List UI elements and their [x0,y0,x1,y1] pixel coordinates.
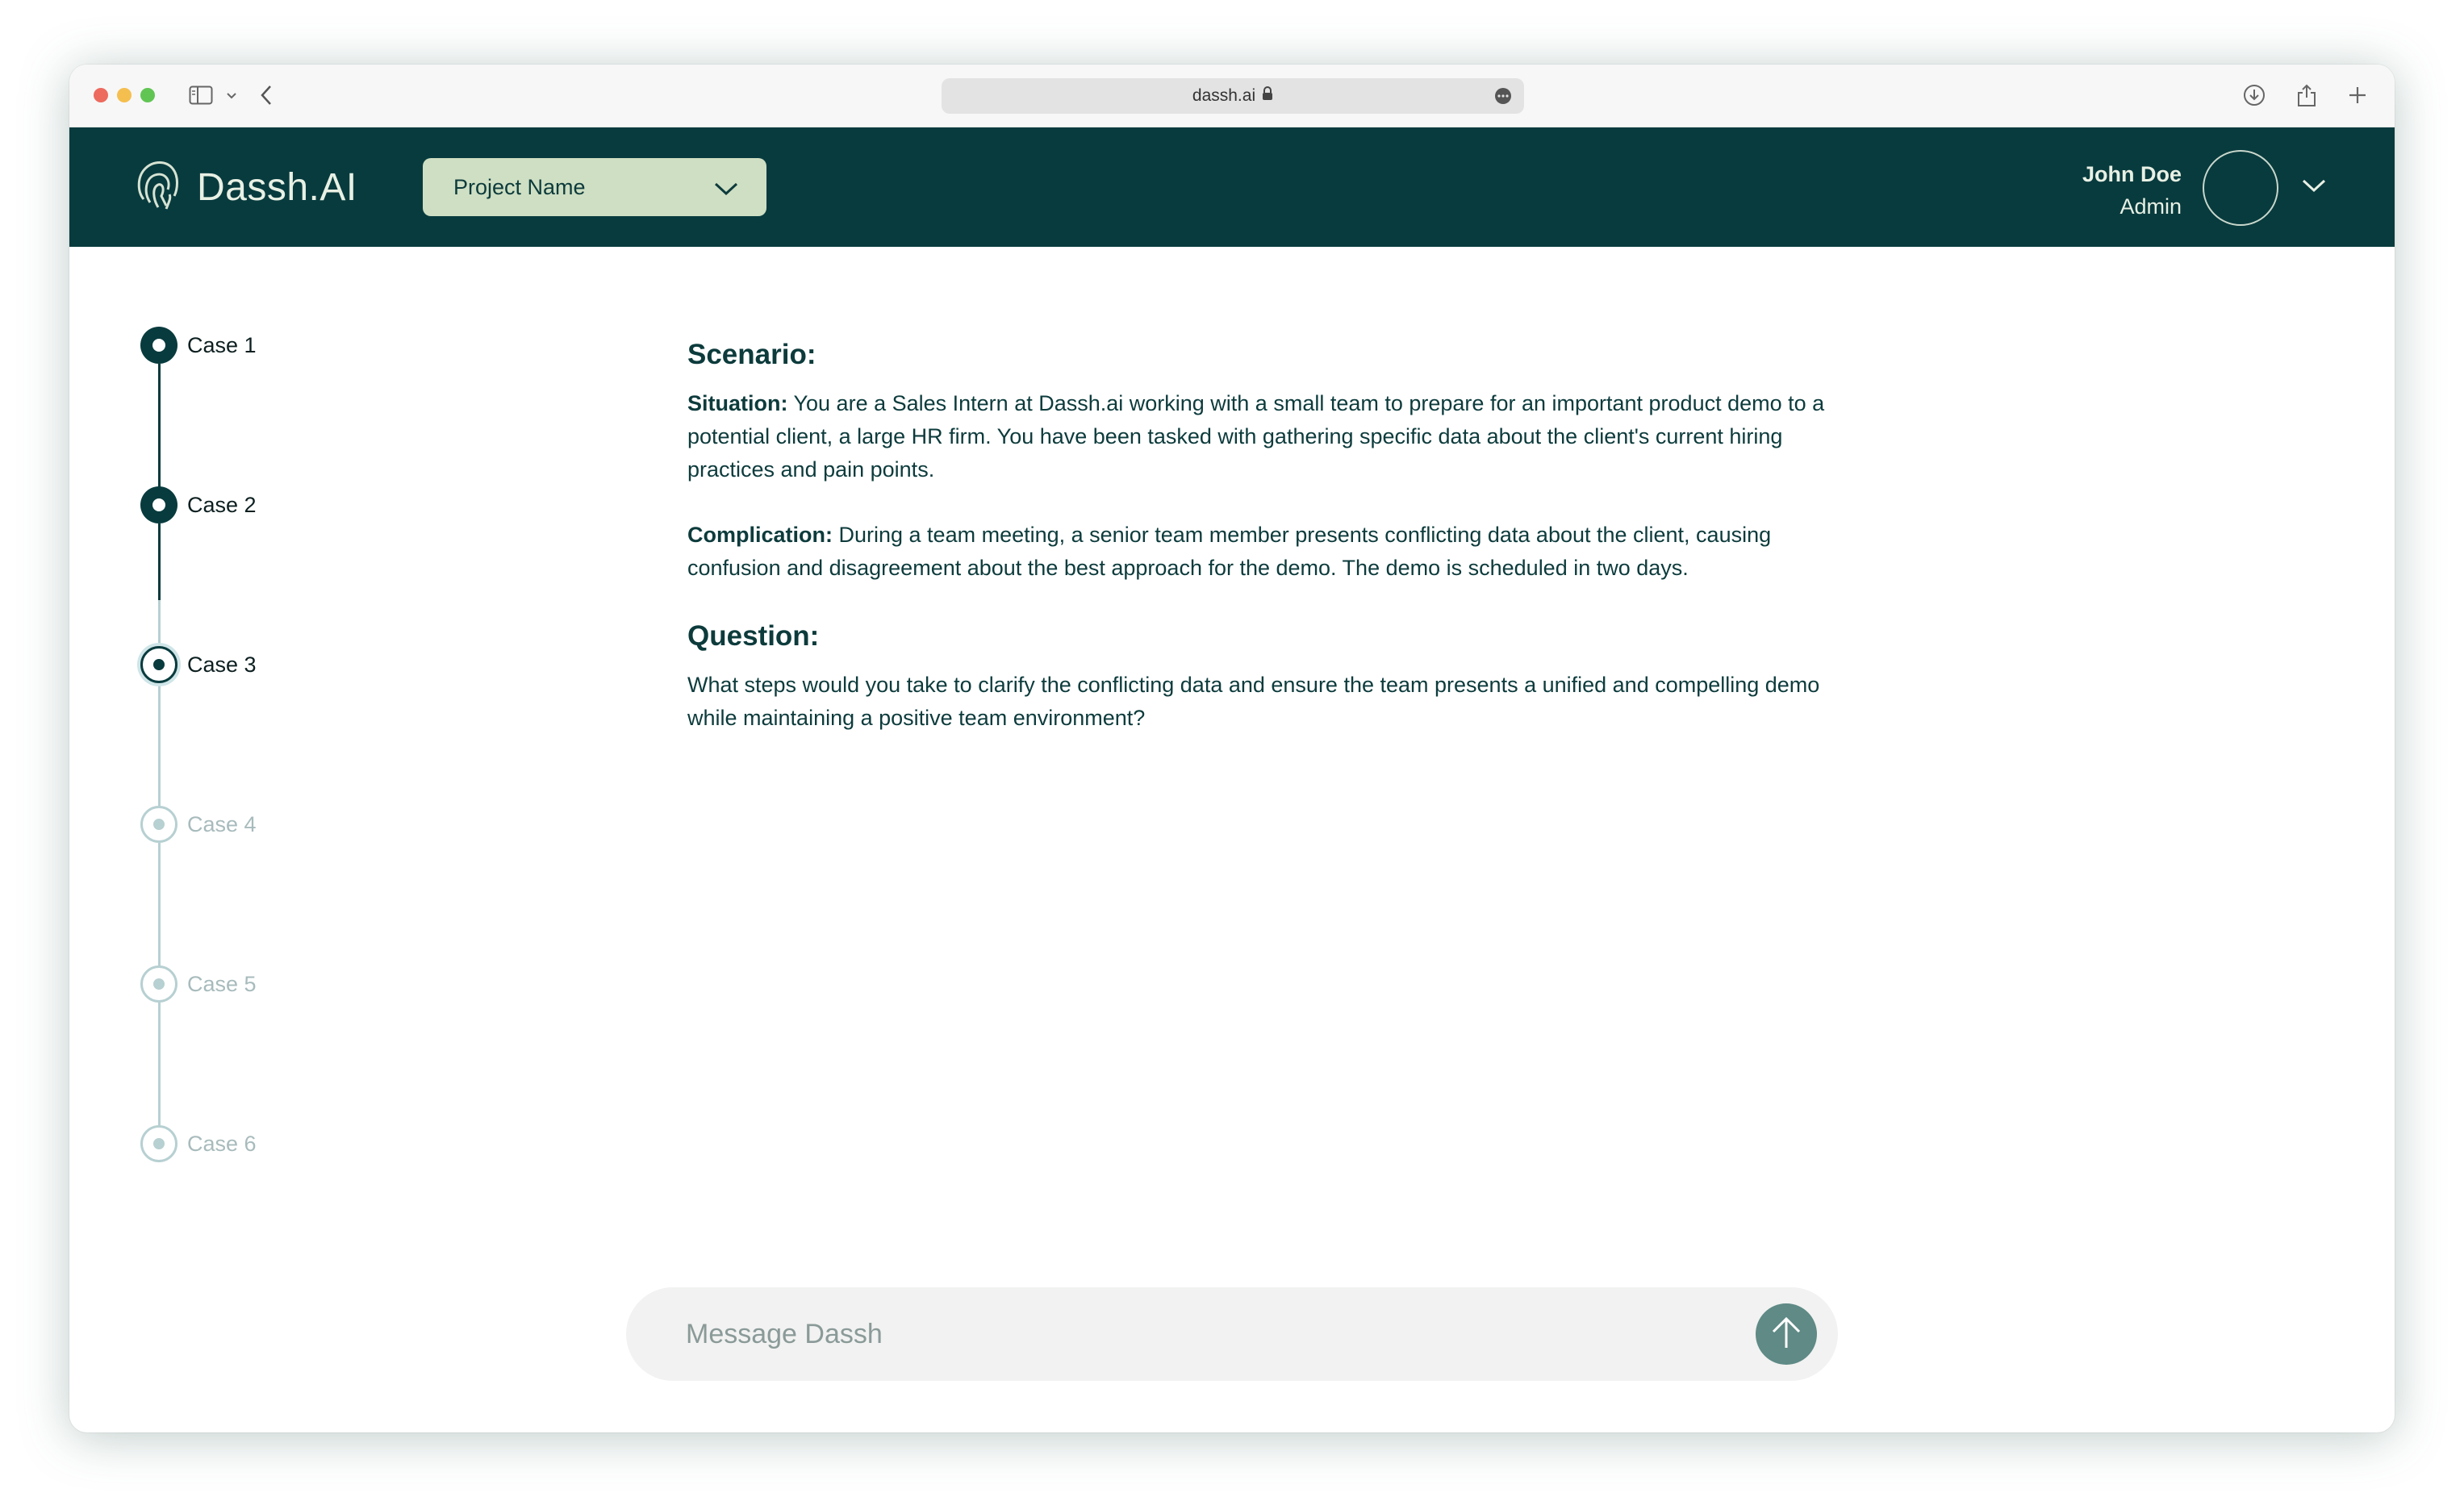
maximize-window-button[interactable] [140,88,155,102]
step-connector [158,364,161,488]
user-role: Admin [2119,194,2182,219]
brand-name: Dassh.AI [197,166,357,209]
step-case-4[interactable]: Case 4 [140,806,257,843]
step-connector [158,683,161,807]
project-select[interactable]: Project Name [423,158,766,216]
complication-paragraph: Complication: During a team meeting, a s… [687,519,1849,585]
step-connector [158,1003,161,1127]
user-name: John Doe [2082,162,2182,186]
step-connector [158,843,161,967]
share-icon[interactable] [2296,81,2317,110]
step-label: Case 4 [187,811,257,836]
message-composer [626,1287,1838,1381]
close-window-button[interactable] [94,88,108,102]
avatar[interactable] [2203,150,2278,226]
step-label: Case 6 [187,1131,257,1156]
step-indicator [140,486,177,523]
complication-text: During a team meeting, a senior team mem… [687,523,1772,580]
step-indicator [140,965,177,1003]
step-indicator [140,646,177,683]
new-tab-icon[interactable] [2348,81,2367,110]
fingerprint-icon [134,157,182,218]
send-button[interactable] [1756,1303,1817,1365]
complication-label: Complication: [687,523,833,547]
step-label: Case 1 [187,332,257,357]
step-indicator [140,1125,177,1162]
step-label: Case 5 [187,971,257,996]
minimize-window-button[interactable] [117,88,132,102]
step-indicator [140,806,177,843]
user-info[interactable]: John Doe Admin [2082,158,2182,223]
step-label: Case 2 [187,492,257,517]
address-bar[interactable]: dassh.ai [942,78,1524,114]
url-text: dassh.ai [1192,86,1256,105]
step-case-3[interactable]: Case 3 [140,646,257,683]
chevron-down-icon[interactable] [226,81,237,110]
situation-paragraph: Situation: You are a Sales Intern at Das… [687,387,1849,486]
scenario-heading: Scenario: [687,339,816,370]
arrow-up-icon [1769,1314,1804,1355]
scenario-content: Scenario: Situation: You are a Sales Int… [687,339,1849,735]
lock-icon [1262,86,1273,106]
browser-toolbar: dassh.ai [69,65,2395,127]
step-case-1[interactable]: Case 1 [140,327,257,364]
brand-logo[interactable]: Dassh.AI [134,157,357,218]
step-indicator [140,327,177,364]
step-label: Case 3 [187,652,257,677]
step-connector [158,523,161,600]
app-header: Dassh.AI Project Name John Doe Admin [69,127,2395,247]
chevron-down-icon[interactable] [2301,177,2327,198]
situation-label: Situation: [687,391,788,415]
situation-text: You are a Sales Intern at Dassh.ai worki… [687,391,1825,482]
message-input[interactable] [686,1287,1735,1381]
back-arrow-icon[interactable] [260,81,273,110]
step-connector [158,600,161,648]
step-case-6[interactable]: Case 6 [140,1125,257,1162]
case-stepper: Case 1 Case 2 Case 3 Case 4 Case 5 Case … [69,247,473,1295]
browser-window: dassh.ai Dassh.AI Project Name John Doe … [69,65,2395,1432]
project-select-value: Project Name [453,174,586,199]
question-heading: Question: [687,620,820,652]
step-case-2[interactable]: Case 2 [140,486,257,523]
more-options-icon[interactable] [1493,87,1513,110]
chevron-down-icon [713,177,739,202]
step-case-5[interactable]: Case 5 [140,965,257,1003]
download-icon[interactable] [2243,81,2266,110]
sidebar-toggle-icon[interactable] [189,81,213,110]
question-text: What steps would you take to clarify the… [687,673,1820,730]
